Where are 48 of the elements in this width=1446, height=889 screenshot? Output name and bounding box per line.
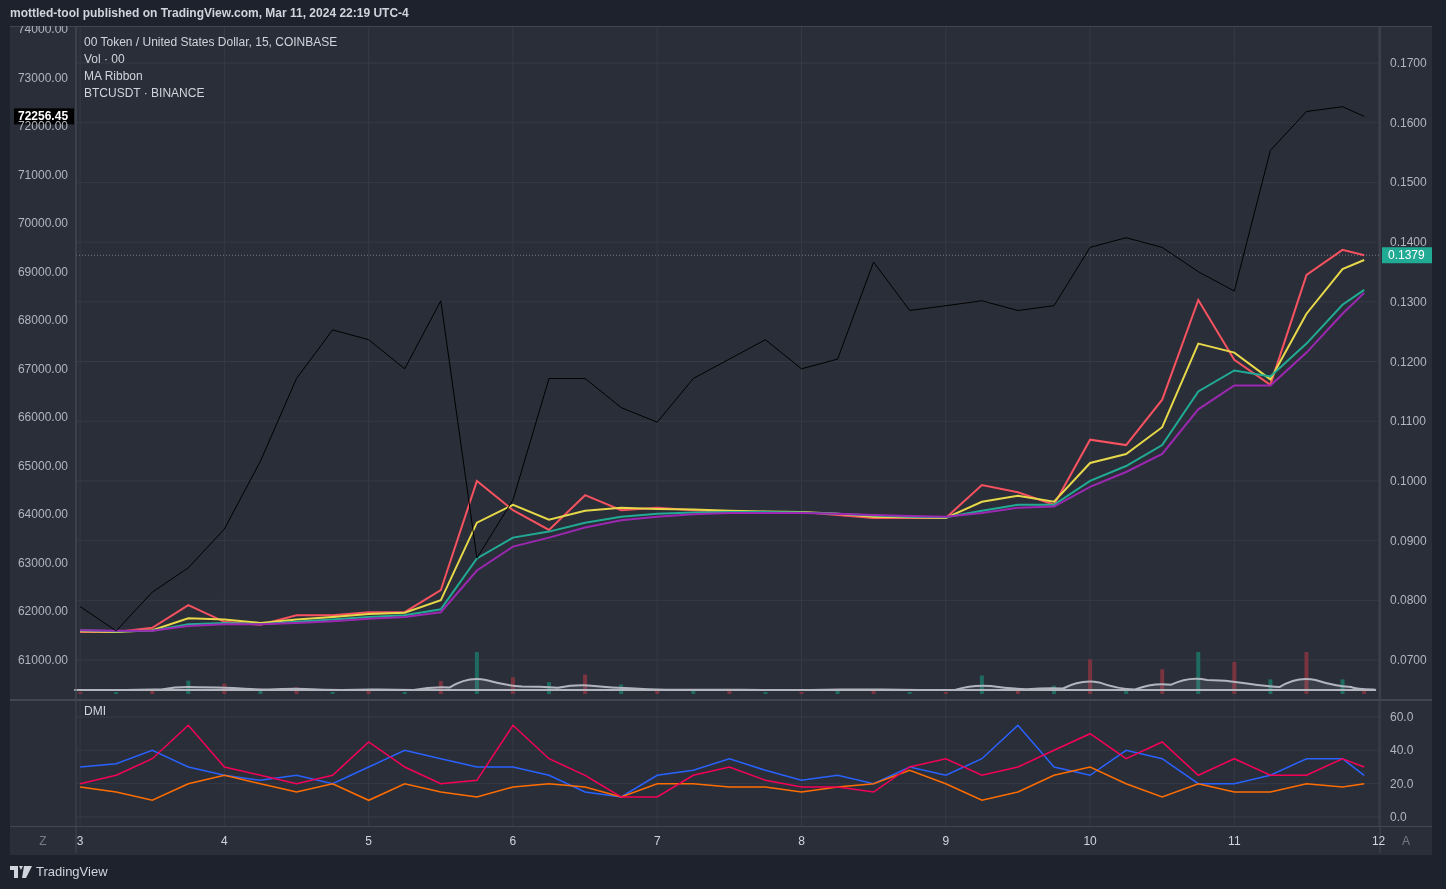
- axis-label: 70000.00: [17, 216, 68, 231]
- logo-icon: [10, 866, 32, 878]
- time-axis-label: 3: [76, 834, 84, 848]
- last-price-label: 0.1379: [1382, 247, 1432, 264]
- axis-label: 0.1700: [1390, 56, 1427, 70]
- time-axis-label: 10: [1083, 834, 1097, 848]
- axis-label: 67000.00: [17, 361, 68, 376]
- axis-label: 69000.00: [17, 264, 68, 279]
- axis-label: 0.0700: [1390, 653, 1427, 667]
- axis-label: 60.0: [1390, 710, 1414, 724]
- time-axis-label: 12: [1371, 834, 1386, 848]
- legend-text: MA Ribbon: [84, 68, 144, 85]
- axis-label: 62000.00: [17, 604, 68, 619]
- axis-label: 73000.00: [17, 70, 68, 85]
- time-axis-label: 6: [509, 834, 517, 848]
- axis-label: 65000.00: [17, 458, 68, 473]
- axis-label: 0.1400: [1390, 235, 1427, 250]
- axis-label: 0.1200: [1390, 354, 1427, 369]
- axis-label: 66000.00: [17, 410, 68, 425]
- time-axis-label: 9: [942, 834, 950, 848]
- legend-text: Vol · 00: [84, 51, 126, 68]
- time-axis-label: 4: [221, 834, 228, 848]
- axis-label: 63000.00: [17, 555, 68, 570]
- axis-label: 0.0800: [1390, 593, 1427, 608]
- axis-label: 40.0: [1390, 743, 1414, 758]
- brand-name: TradingView: [36, 863, 108, 882]
- axis-label: 0.0900: [1390, 533, 1427, 548]
- axis-label: 20.0: [1390, 776, 1414, 791]
- time-axis-label: 7: [653, 834, 661, 848]
- axis-label: 61000.00: [17, 653, 68, 667]
- time-axis-label: 11: [1228, 834, 1241, 848]
- auto-scale-toggle[interactable]: A: [1402, 834, 1410, 848]
- axis-label: 0.1600: [1390, 115, 1427, 130]
- axis-label: 0.0: [1390, 810, 1407, 824]
- publish-caption: mottled-tool published on TradingView.com, Mar 11, 2024 22:19 UTC-4: [10, 5, 409, 22]
- axis-label: 64000.00: [17, 507, 68, 522]
- axis-label: 0.1500: [1390, 175, 1427, 190]
- axis-label: 68000.00: [17, 313, 68, 328]
- legend-text: 00 Token / United States Dollar, 15, COINBASE: [84, 34, 338, 51]
- axis-label: 71000.00: [17, 167, 68, 182]
- axis-label: 0.1000: [1390, 473, 1427, 488]
- time-axis-label: 5: [365, 834, 372, 848]
- axis-label: 0.1300: [1390, 294, 1427, 309]
- legend-text: BTCUSDT · BINANCE: [84, 85, 206, 102]
- time-axis-label: 8: [798, 834, 805, 848]
- axis-label: 0.1100: [1390, 414, 1426, 429]
- indicator-title: DMI: [84, 703, 106, 720]
- scale-toggle[interactable]: Z: [39, 834, 47, 848]
